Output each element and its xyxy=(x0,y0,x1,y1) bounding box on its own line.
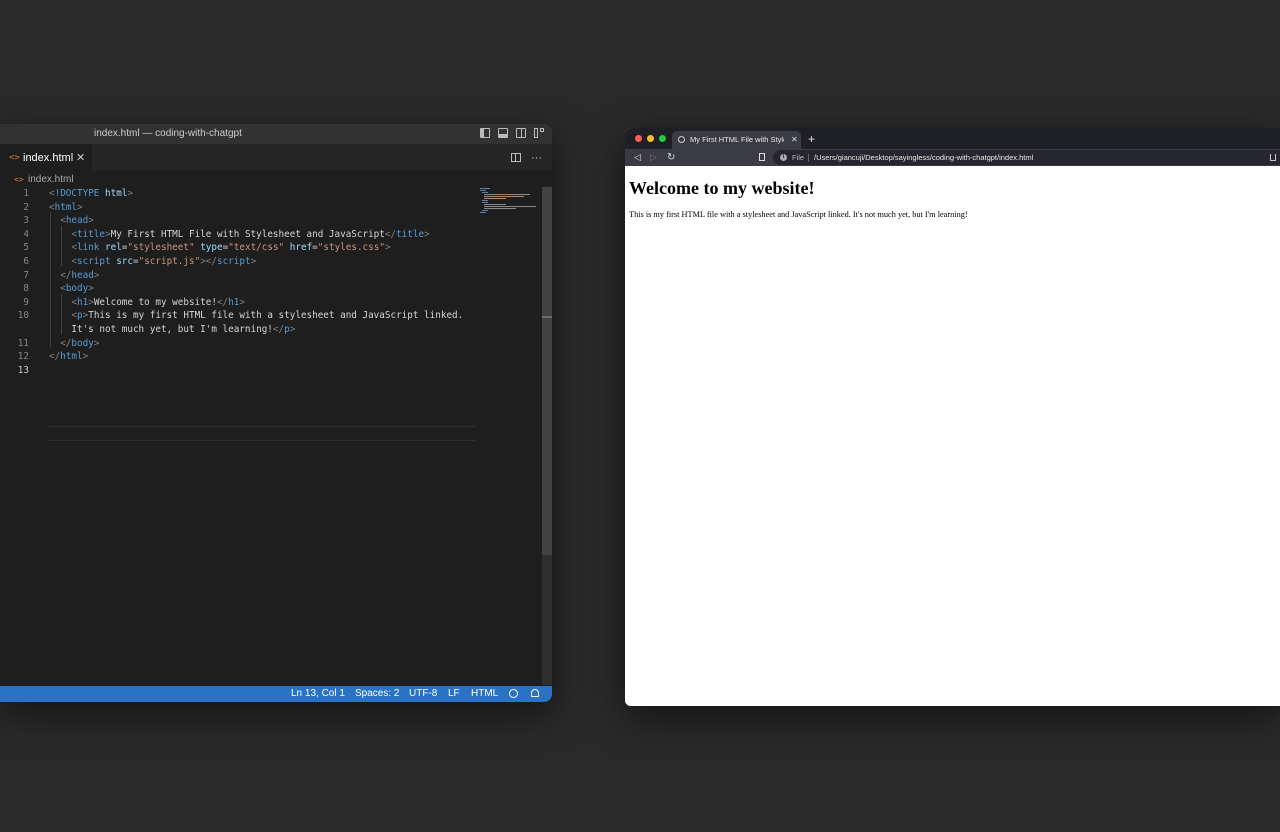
line-number: 12 xyxy=(17,351,29,363)
browser-window: My First HTML File with Stylesheet and J… xyxy=(625,128,1280,706)
tab-label: index.html xyxy=(23,152,74,164)
editor-window-title: index.html — coding-with-chatgpt xyxy=(94,128,242,139)
close-window-button[interactable] xyxy=(635,135,642,142)
new-tab-button[interactable]: + xyxy=(808,131,815,147)
web-page-content: Welcome to my website! This is my first … xyxy=(625,166,1280,706)
code-line: <!DOCTYPE html> xyxy=(49,188,133,199)
code-area[interactable]: 1 <!DOCTYPE html> 2 <html> 3 <head> 4 <tit… xyxy=(0,186,480,686)
code-line: <p>This is my first HTML file with a sty… xyxy=(71,310,464,322)
browser-tab[interactable]: My First HTML File with Stylesheet and J… xyxy=(672,131,801,149)
layout-controls xyxy=(480,128,544,138)
minimap[interactable] xyxy=(480,187,540,217)
info-icon[interactable]: i xyxy=(780,154,787,161)
minimize-window-button[interactable] xyxy=(647,135,654,142)
line-number: 9 xyxy=(23,296,29,308)
code-line: </body> xyxy=(60,337,100,349)
line-number: 13 xyxy=(17,364,29,376)
browser-tab-strip: My First HTML File with Stylesheet and J… xyxy=(625,128,1280,149)
code-line: <html> xyxy=(49,201,83,213)
page-paragraph: This is my first HTML file with a styles… xyxy=(629,210,968,219)
code-line: </head> xyxy=(60,269,100,281)
line-number: 11 xyxy=(17,337,29,349)
code-line: <body> xyxy=(60,283,94,295)
code-line: <h1>Welcome to my website!</h1> xyxy=(71,296,245,308)
code-line: It's not much yet, but I'm learning!</p> xyxy=(49,324,296,335)
cursor-position[interactable]: Ln 13, Col 1 xyxy=(291,686,345,702)
line-number: 3 xyxy=(23,215,29,227)
vertical-scrollbar[interactable] xyxy=(542,187,552,685)
language-mode[interactable]: HTML xyxy=(471,686,498,702)
feedback-icon[interactable] xyxy=(509,689,518,698)
line-number: 10 xyxy=(17,310,29,322)
status-bar: Ln 13, Col 1 Spaces: 2 UTF-8 LF HTML xyxy=(0,686,552,702)
address-bar[interactable]: i File /Users/giancuji/Desktop/sayingles… xyxy=(773,150,1280,165)
line-number: 6 xyxy=(23,256,29,267)
close-tab-icon[interactable]: ✕ xyxy=(76,145,85,171)
code-editor-window: index.html — coding-with-chatgpt <> inde… xyxy=(0,124,552,702)
url-text[interactable]: /Users/giancuji/Desktop/sayingless/codin… xyxy=(814,150,1033,165)
scheme-label: File xyxy=(792,153,805,162)
indentation[interactable]: Spaces: 2 xyxy=(355,686,399,702)
line-number: 2 xyxy=(23,201,29,213)
scrollbar-cursor-marker xyxy=(542,316,552,318)
share-icon[interactable] xyxy=(1270,154,1276,161)
code-line: <title>My First HTML File with Styleshee… xyxy=(71,228,430,240)
editor-title-bar: index.html — coding-with-chatgpt xyxy=(0,124,552,144)
line-number: 1 xyxy=(23,188,29,199)
customize-layout-icon[interactable] xyxy=(534,128,544,138)
toggle-sidebar-icon[interactable] xyxy=(480,128,490,138)
code-line: <link rel="stylesheet" type="text/css" h… xyxy=(71,242,391,254)
code-line: <head> xyxy=(60,215,94,227)
line-number: 5 xyxy=(23,242,29,254)
bell-icon[interactable] xyxy=(531,689,539,697)
scrollbar-thumb[interactable] xyxy=(542,187,552,555)
close-tab-icon[interactable]: ✕ xyxy=(791,131,798,149)
tab-index-html[interactable]: <> index.html ✕ xyxy=(0,144,92,171)
browser-tab-title: My First HTML File with Stylesheet and J… xyxy=(690,135,784,144)
forward-button[interactable]: ▷ xyxy=(650,149,657,166)
more-actions-icon[interactable]: ··· xyxy=(531,152,542,164)
globe-icon xyxy=(678,136,685,143)
line-number: 4 xyxy=(23,228,29,240)
encoding[interactable]: UTF-8 xyxy=(409,686,437,702)
bookmark-icon[interactable] xyxy=(759,153,765,161)
editor-tab-bar: <> index.html ✕ ··· xyxy=(0,144,552,171)
toggle-panel-icon[interactable] xyxy=(498,128,508,138)
browser-toolbar: ◁ ▷ ↻ i File /Users/giancuji/Desktop/say… xyxy=(625,149,1280,166)
back-button[interactable]: ◁ xyxy=(634,149,641,166)
maximize-window-button[interactable] xyxy=(659,135,666,142)
line-number: 7 xyxy=(23,269,29,281)
code-line: </html> xyxy=(49,351,89,363)
tab-actions: ··· xyxy=(511,144,542,171)
code-line: <script src="script.js"></script> xyxy=(71,256,257,267)
split-editor-icon[interactable] xyxy=(511,153,521,162)
reload-button[interactable]: ↻ xyxy=(667,149,675,166)
current-line-highlight xyxy=(48,426,476,441)
page-heading: Welcome to my website! xyxy=(629,178,815,198)
split-layout-icon[interactable] xyxy=(516,128,526,138)
html-file-icon: <> xyxy=(9,153,20,163)
divider xyxy=(808,154,809,162)
line-ending[interactable]: LF xyxy=(448,686,460,702)
line-number: 8 xyxy=(23,283,29,295)
